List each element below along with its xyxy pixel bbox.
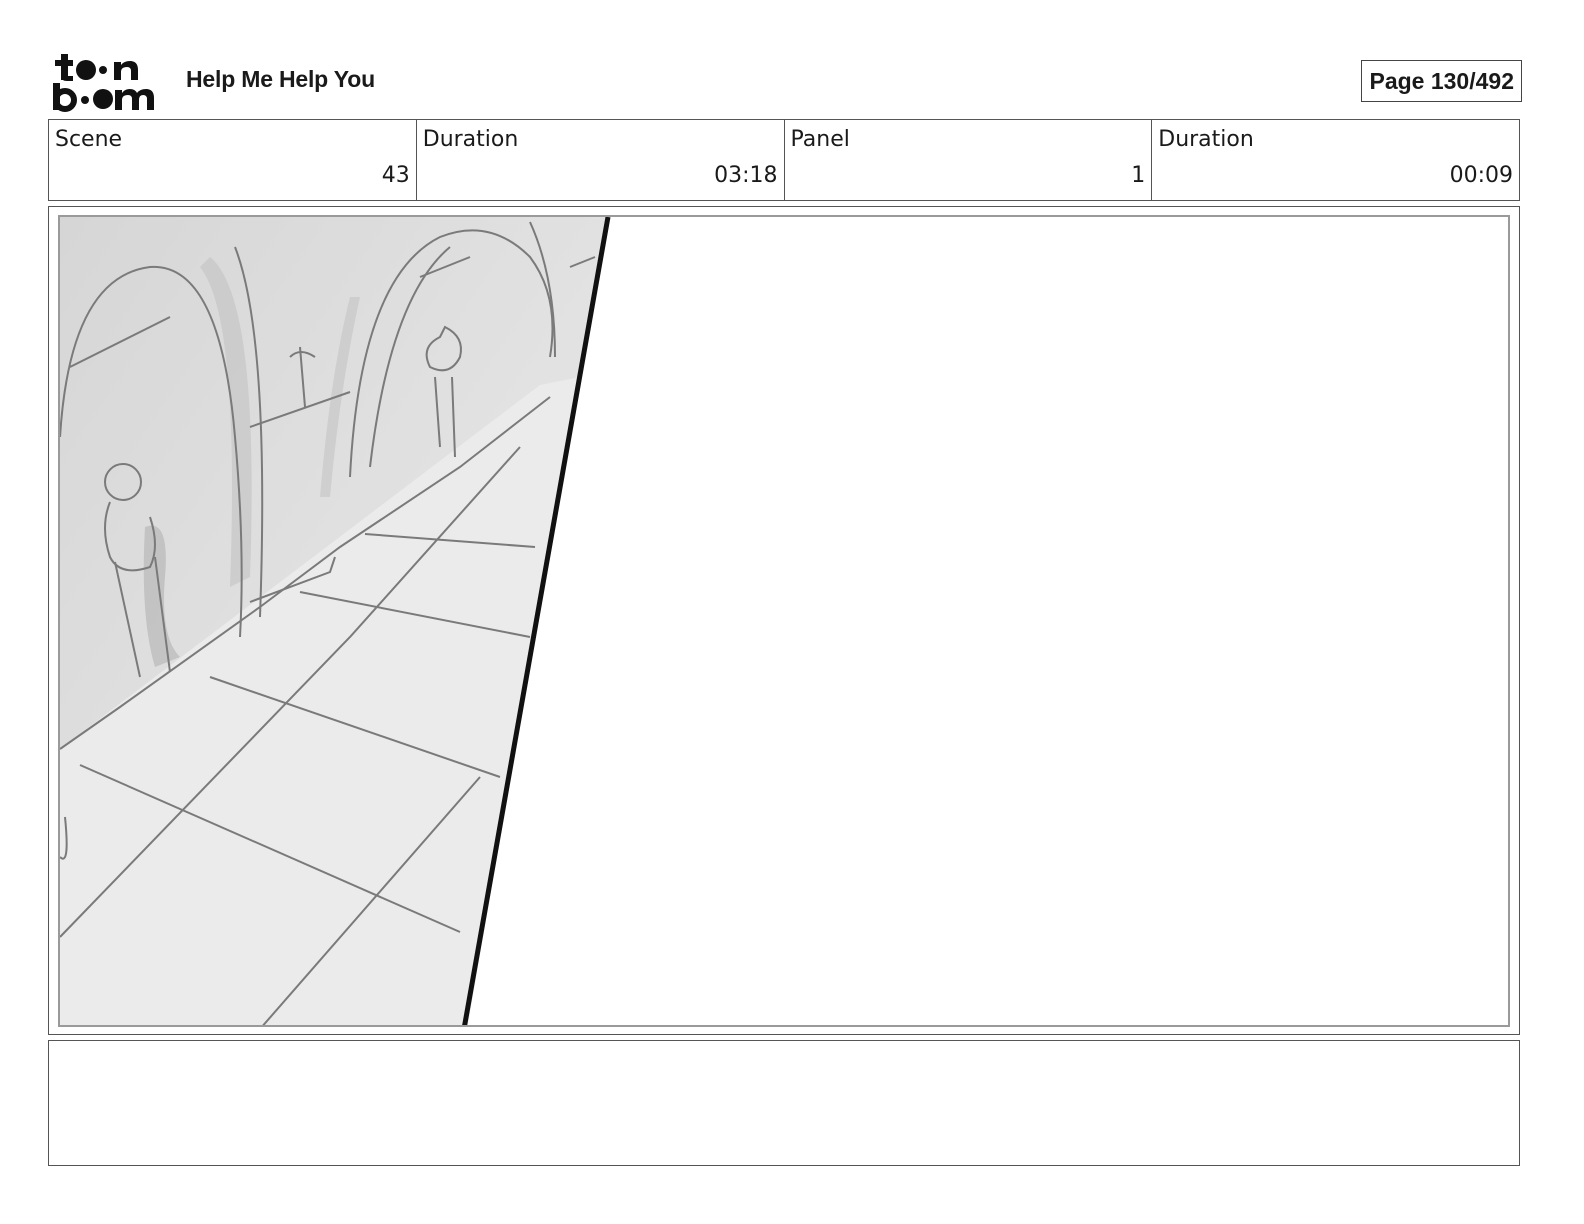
- storyboard-panel-frame: [48, 206, 1520, 1035]
- scene-duration-cell: Duration 03:18: [417, 120, 785, 200]
- scene-cell: Scene 43: [49, 120, 417, 200]
- panel-duration-value: 00:09: [1449, 163, 1513, 188]
- panel-duration-label: Duration: [1158, 127, 1254, 152]
- scene-duration-value: 03:18: [714, 163, 778, 188]
- project-title: Help Me Help You: [186, 66, 375, 92]
- scene-info-row: Scene 43 Duration 03:18 Panel 1 Duration…: [48, 119, 1520, 201]
- storyboard-panel-image: [58, 215, 1510, 1027]
- scene-label: Scene: [55, 127, 123, 152]
- panel-value: 1: [1131, 163, 1146, 188]
- panel-duration-cell: Duration 00:09: [1152, 120, 1519, 200]
- scene-duration-label: Duration: [422, 127, 519, 152]
- scene-value: 43: [381, 163, 410, 188]
- panel-cell: Panel 1: [785, 120, 1153, 200]
- hallway-sketch-icon: [60, 217, 611, 1025]
- panel-notes-box: [48, 1040, 1520, 1166]
- panel-label: Panel: [790, 127, 850, 152]
- page-indicator: Page 130/492: [1361, 60, 1522, 102]
- toon-boom-logo: [53, 54, 154, 112]
